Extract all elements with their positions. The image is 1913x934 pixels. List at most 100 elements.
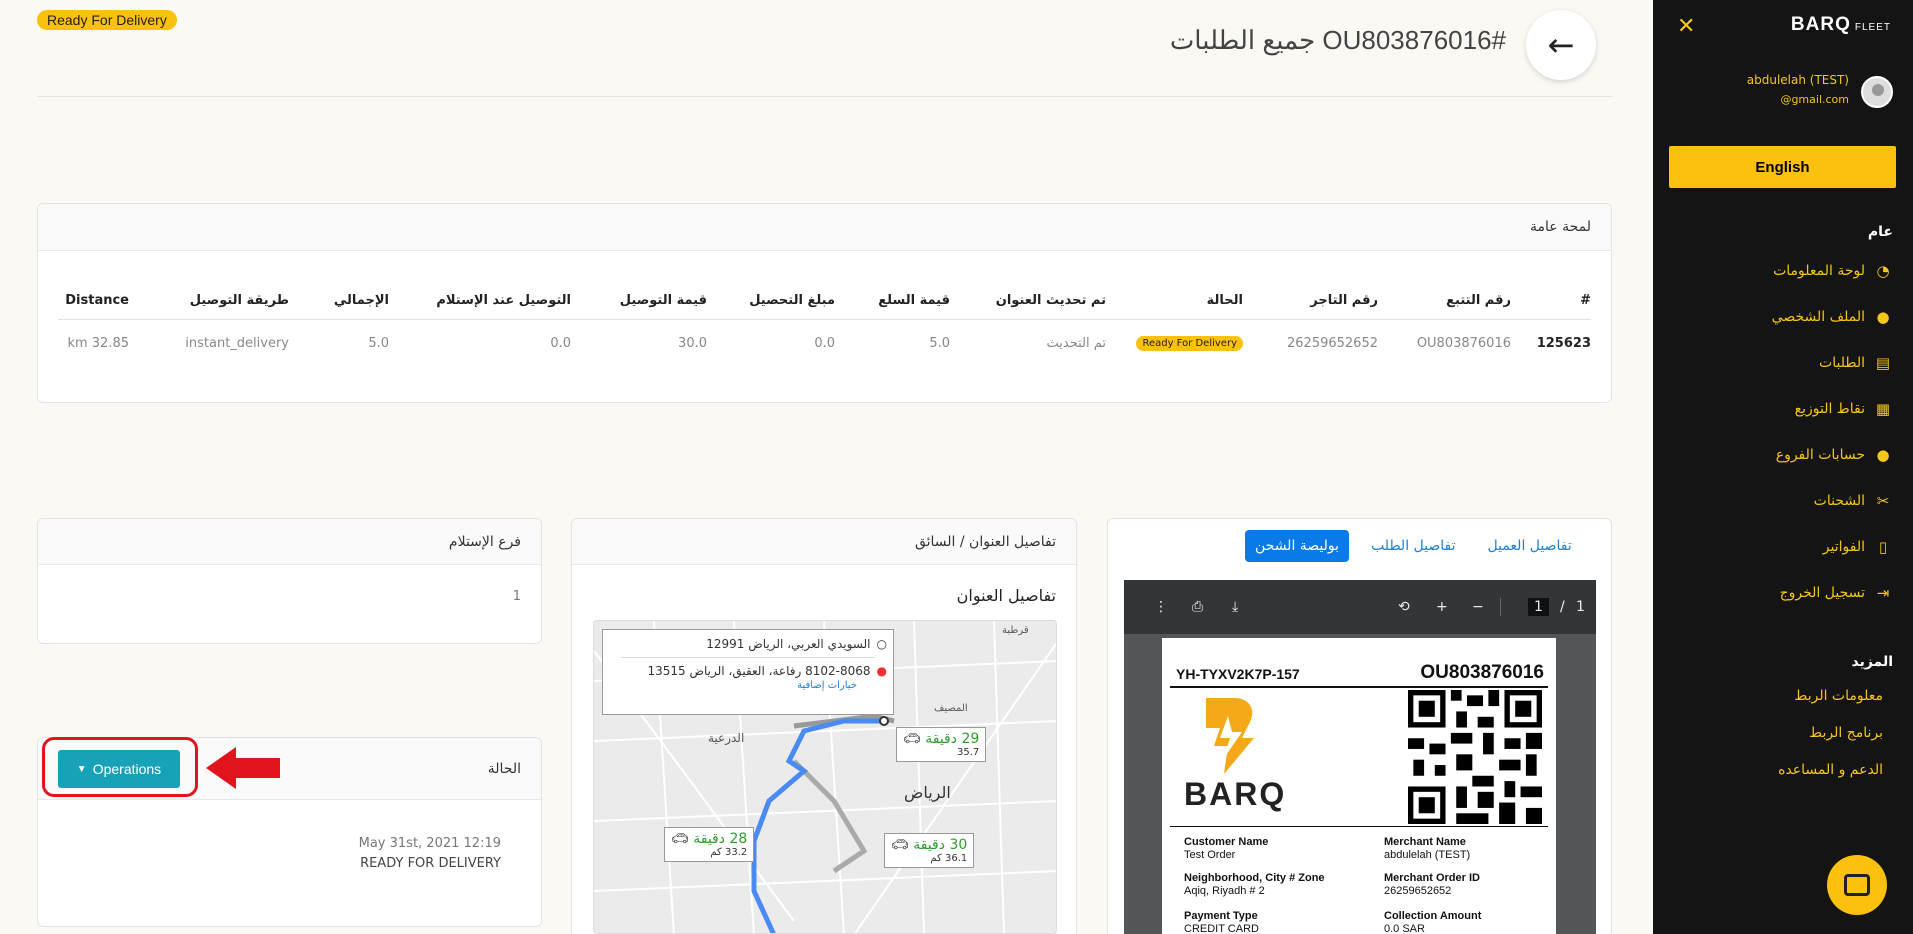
- pickup-branch-value: 1: [512, 589, 521, 604]
- table-cell: 0.0: [550, 335, 571, 351]
- address-card-title: تفاصيل العنوان / السائق: [572, 519, 1076, 565]
- table-header-cell: الإجمالي: [333, 293, 389, 308]
- operations-button[interactable]: ▼ Operations: [58, 750, 180, 788]
- table-cell: OU803876016: [1416, 335, 1511, 351]
- map-place-label: الدرعية: [708, 731, 745, 745]
- table-header-cell: Distance: [65, 293, 129, 308]
- pickup-branch-title: فرع الإستلام: [38, 519, 541, 565]
- barq-logo-icon: [1206, 698, 1254, 774]
- sidebar-item-distribution-points[interactable]: نقاط التوزيع ▦: [1795, 400, 1893, 418]
- waybill-brand: BARQ: [1184, 776, 1287, 812]
- app-logo: BARQ FLEET: [1790, 14, 1891, 35]
- table-header-cell: الحالة: [1206, 293, 1243, 308]
- table-cell: 125623: [1536, 335, 1591, 351]
- map-place-label: الرياض: [904, 783, 951, 802]
- table-header-cell: طريقة التوصيل: [189, 293, 289, 308]
- table-row[interactable]: 125623 OU803876016 26259652652 Ready For…: [58, 320, 1591, 366]
- sidebar-item-dashboard[interactable]: لوحة المعلومات ◔: [1773, 262, 1893, 280]
- user-icon: ●: [1876, 308, 1890, 326]
- close-icon[interactable]: ✕: [1677, 14, 1695, 39]
- sidebar-item-logout[interactable]: تسجيل الخروج ⇥: [1780, 584, 1893, 602]
- link-integration-program[interactable]: برنامج الربط: [1809, 725, 1883, 741]
- header-divider: [37, 96, 1612, 97]
- car-icon: 🚗︎: [891, 837, 909, 853]
- back-button[interactable]: ←: [1526, 10, 1596, 80]
- table-cell: 0.0: [814, 335, 835, 351]
- tab-customer-details[interactable]: تفاصيل العميل: [1478, 530, 1582, 562]
- pdf-page: YH-TYXV2K7P-157 OU803876016 BARQ Custome…: [1162, 638, 1556, 934]
- link-support[interactable]: الدعم و المساعده: [1778, 762, 1883, 778]
- map-place-label: المصيف: [934, 703, 968, 714]
- overview-table: # رقم التتبع رقم التاجر الحالة تم تحديث …: [58, 282, 1591, 366]
- zoom-out-icon[interactable]: −: [1472, 599, 1484, 615]
- address-subtitle: تفاصيل العنوان: [956, 586, 1056, 605]
- table-header-cell: التوصيل عند الإستلام: [436, 293, 571, 308]
- field-label: Neighborhood, City # Zone: [1184, 872, 1325, 884]
- sidebar-item-shipments[interactable]: الشحنات ✂: [1814, 492, 1893, 510]
- pdf-viewer[interactable]: ⋮ ⎙ ⤓ ⟲ + − 1 / 1 YH-TYXV2K7P-157 OU8038…: [1124, 580, 1596, 934]
- field-label: Payment Type: [1184, 910, 1258, 922]
- map-place-label: قرطبة: [1002, 625, 1029, 636]
- table-cell: instant_delivery: [185, 335, 289, 351]
- route-box-3[interactable]: 30 دقيقة 🚗︎ 36.1 كم: [884, 833, 975, 868]
- field-value: CREDIT CARD: [1184, 923, 1259, 934]
- route-box-2[interactable]: 28 دقيقة 🚗︎ 33.2 كم: [664, 827, 755, 862]
- sidebar-item-orders[interactable]: الطلبات ▤: [1819, 354, 1893, 372]
- page-title: OU803876016# جميع الطلبات: [1169, 25, 1506, 55]
- origin-icon: ○: [876, 637, 887, 651]
- tab-order-details[interactable]: تفاصيل الطلب: [1361, 530, 1465, 562]
- car-icon: 🚗︎: [903, 731, 921, 747]
- field-label: Merchant Order ID: [1384, 872, 1480, 884]
- table-header-cell: #: [1580, 293, 1591, 308]
- sidebar-item-branch-accounts[interactable]: حسابات الفروع ●: [1776, 446, 1893, 464]
- table-header-cell: مبلغ التحصيل: [749, 293, 835, 308]
- map-directions-box: ○ السويدي العربي، الرياض 12991 ● 8102-8068…: [602, 629, 894, 715]
- waybill-code-right: OU803876016: [1420, 662, 1544, 683]
- sidebar-item-profile[interactable]: الملف الشخصي ●: [1772, 308, 1893, 326]
- table-cell: تم التحديث: [1046, 335, 1107, 351]
- arrow-left-icon: ←: [1547, 26, 1575, 64]
- table-cell: km 32.85: [67, 335, 129, 351]
- waybill-divider: [1170, 826, 1548, 827]
- field-value: Aqiq, Riyadh # 2: [1184, 885, 1265, 897]
- field-value: 0.0 SAR: [1384, 923, 1425, 934]
- more-options-link[interactable]: خيارات إضافية: [609, 680, 857, 691]
- language-button[interactable]: English: [1669, 146, 1896, 188]
- route-box-1[interactable]: 29 دقيقة 🚗︎ 35.7: [896, 727, 987, 762]
- waybill-tabs: تفاصيل العميل تفاصيل الطلب بوليصة الشحن: [1245, 530, 1582, 562]
- print-icon[interactable]: ⎙: [1192, 599, 1203, 615]
- field-label: Merchant Name: [1384, 836, 1466, 848]
- tab-waybill[interactable]: بوليصة الشحن: [1245, 530, 1350, 562]
- link-integration-info[interactable]: معلومات الربط: [1794, 688, 1883, 704]
- overview-card: لمحة عامة # رقم التتبع رقم التاجر الحالة…: [37, 203, 1612, 403]
- table-header-row: # رقم التتبع رقم التاجر الحالة تم تحديث …: [58, 282, 1591, 320]
- table-header-cell: قيمة السلع: [878, 293, 950, 308]
- orders-icon: ▤: [1875, 354, 1891, 372]
- chat-button[interactable]: [1827, 855, 1887, 915]
- sidebar-item-invoices[interactable]: الفواتير ▯: [1823, 538, 1893, 556]
- table-cell: 5.0: [368, 335, 389, 351]
- route-map[interactable]: ○ السويدي العربي، الرياض 12991 ● 8102-8068…: [593, 620, 1057, 934]
- user-name: abdulelah (TEST): [1746, 73, 1849, 87]
- warehouse-icon: ▦: [1875, 400, 1891, 418]
- page-number-input[interactable]: 1: [1528, 598, 1549, 616]
- invoice-icon: ▯: [1878, 538, 1888, 556]
- red-arrow-annotation: [206, 747, 280, 789]
- rotate-icon[interactable]: ⟲: [1398, 599, 1410, 615]
- avatar[interactable]: [1861, 76, 1893, 108]
- more-vert-icon[interactable]: ⋮: [1154, 599, 1168, 615]
- table-cell: 30.0: [678, 335, 707, 351]
- destination-pin-icon: ●: [876, 664, 887, 678]
- field-value: abdulelah (TEST): [1384, 849, 1471, 861]
- section-more: المزيد: [1851, 654, 1894, 670]
- status-badge: Ready For Delivery: [37, 10, 177, 30]
- sidebar: ✕ BARQ FLEET abdulelah (TEST) @gmail.com …: [1653, 0, 1913, 934]
- pickup-branch-card: فرع الإستلام 1: [37, 518, 542, 644]
- zoom-in-icon[interactable]: +: [1436, 599, 1448, 615]
- shipments-icon: ✂: [1876, 492, 1890, 510]
- status-text: READY FOR DELIVERY: [360, 856, 501, 871]
- overview-title: لمحة عامة: [38, 204, 1611, 251]
- table-header-cell: رقم التتبع: [1446, 293, 1511, 308]
- chat-icon: [1844, 874, 1870, 896]
- download-icon[interactable]: ⤓: [1232, 599, 1238, 615]
